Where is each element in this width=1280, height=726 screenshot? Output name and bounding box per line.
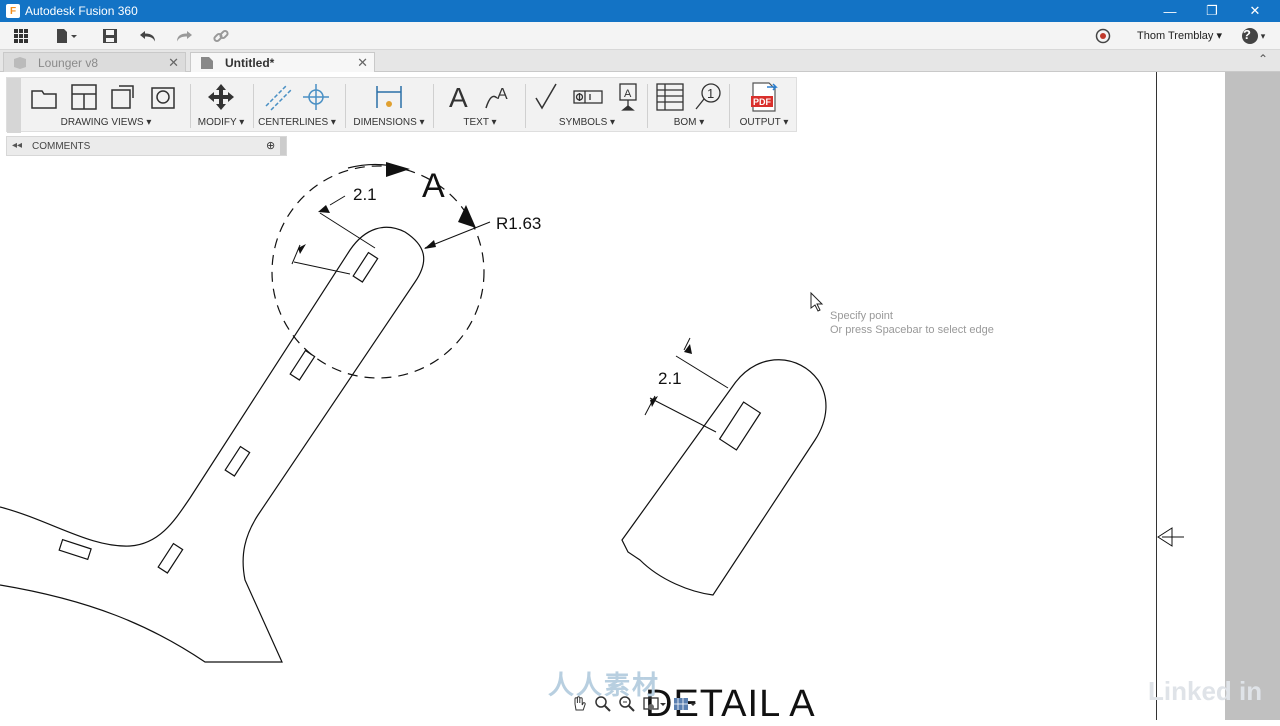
detail-circle xyxy=(271,165,485,379)
detail-label[interactable]: A xyxy=(422,167,445,205)
linkedin-watermark: Linked in xyxy=(1148,676,1263,706)
svg-text:A: A xyxy=(497,86,508,103)
drawing-views-group[interactable]: DRAWING VIEWS ▾ xyxy=(25,78,187,133)
svg-text:PDF: PDF xyxy=(753,97,772,107)
zoom-icon[interactable] xyxy=(594,695,612,713)
centerlines-label[interactable]: CENTERLINES ▾ xyxy=(257,117,337,128)
collapse-arrows-icon[interactable]: ◂◂ xyxy=(12,140,22,151)
centerline-icon[interactable] xyxy=(263,82,293,112)
radius-dimension[interactable]: R1.63 xyxy=(496,214,541,233)
modify-group[interactable]: MODIFY ▾ xyxy=(193,78,249,133)
main-part-view xyxy=(0,226,425,663)
datum-identifier-icon[interactable]: A xyxy=(613,82,643,112)
output-group[interactable]: PDF OUTPUT ▾ xyxy=(733,78,795,133)
base-view-icon[interactable] xyxy=(29,82,59,112)
dimensions-label[interactable]: DIMENSIONS ▾ xyxy=(349,117,429,128)
text-group[interactable]: A A TEXT ▾ xyxy=(437,78,523,133)
bom-label[interactable]: BOM ▾ xyxy=(651,117,727,128)
detail-view-part xyxy=(621,359,827,596)
dim-detail-text[interactable]: 2.1 xyxy=(658,369,682,388)
text-icon[interactable]: A xyxy=(445,82,475,112)
grid-settings-icon[interactable] xyxy=(672,695,696,713)
move-icon[interactable] xyxy=(206,82,236,112)
section-arrow-head xyxy=(458,205,476,228)
symbols-label[interactable]: SYMBOLS ▾ xyxy=(529,117,645,128)
projected-view-icon[interactable] xyxy=(69,82,99,112)
leader-icon[interactable]: A xyxy=(483,82,513,112)
display-settings-icon[interactable] xyxy=(642,695,666,713)
section-view-icon[interactable] xyxy=(109,82,139,112)
command-prompt-hint: Specify point Or press Spacebar to selec… xyxy=(830,310,994,336)
comments-label: COMMENTS xyxy=(32,141,91,152)
zoom-window-icon[interactable] xyxy=(618,695,636,713)
sheet-zone-marker xyxy=(1157,527,1184,547)
output-label[interactable]: OUTPUT ▾ xyxy=(733,117,795,128)
mouse-cursor-icon xyxy=(810,291,824,312)
symbols-group[interactable]: A SYMBOLS ▾ xyxy=(529,78,645,133)
surface-texture-icon[interactable] xyxy=(533,82,563,112)
pan-icon[interactable] xyxy=(570,695,588,713)
feature-control-frame-icon[interactable] xyxy=(573,82,603,112)
toolbar-grip[interactable] xyxy=(7,78,21,133)
add-comment-icon[interactable]: ⊕ xyxy=(266,139,275,152)
pdf-export-icon[interactable]: PDF xyxy=(749,82,779,112)
comments-panel[interactable]: ◂◂ COMMENTS ⊕ xyxy=(6,136,287,156)
drawing-toolbar: DRAWING VIEWS ▾ MODIFY ▾ CENTERLINES ▾ D… xyxy=(6,77,797,133)
balloon-icon[interactable]: 1 xyxy=(693,82,723,112)
navigation-bar xyxy=(570,693,720,715)
bom-group[interactable]: 1 BOM ▾ xyxy=(651,78,727,133)
dimensions-group[interactable]: DIMENSIONS ▾ xyxy=(349,78,429,133)
table-icon[interactable] xyxy=(655,82,685,112)
dim-left-text[interactable]: 2.1 xyxy=(353,185,377,204)
center-mark-icon[interactable] xyxy=(301,82,331,112)
svg-text:1: 1 xyxy=(707,86,714,101)
modify-label[interactable]: MODIFY ▾ xyxy=(193,117,249,128)
centerlines-group[interactable]: CENTERLINES ▾ xyxy=(257,78,337,133)
text-label[interactable]: TEXT ▾ xyxy=(437,117,523,128)
panel-resize-handle[interactable] xyxy=(280,137,286,155)
svg-text:A: A xyxy=(624,88,632,100)
detail-arrow-head xyxy=(386,162,410,177)
svg-text:A: A xyxy=(449,82,468,112)
drawing-views-label[interactable]: DRAWING VIEWS ▾ xyxy=(25,117,187,128)
dimension-icon[interactable] xyxy=(374,82,404,112)
detail-view-icon[interactable] xyxy=(149,82,179,112)
